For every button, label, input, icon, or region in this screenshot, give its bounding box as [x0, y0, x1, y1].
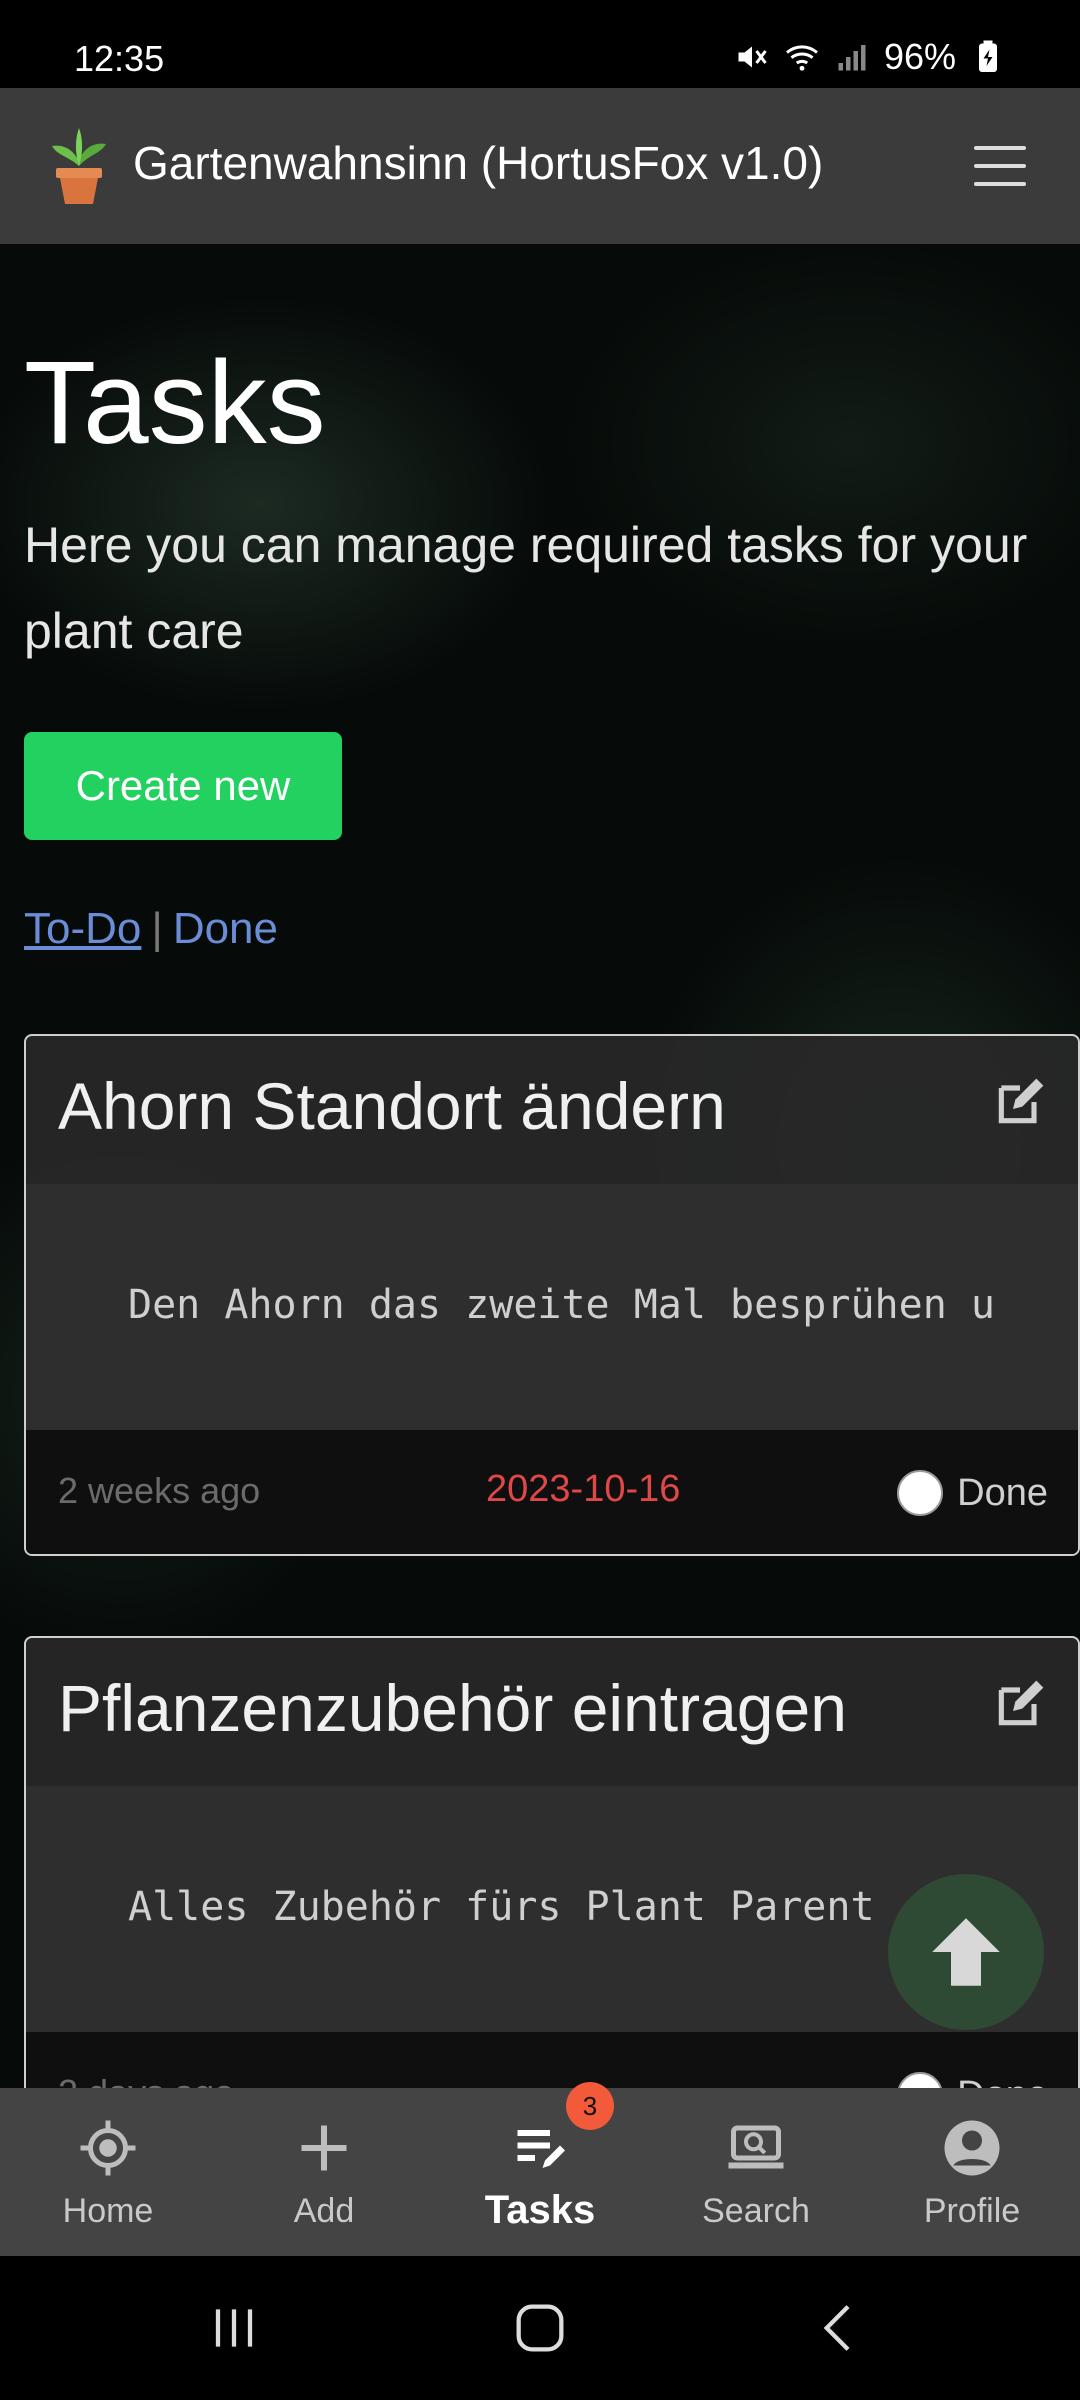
- recent-apps-icon[interactable]: [202, 2296, 266, 2360]
- search-icon: [728, 2125, 784, 2169]
- plus-icon: [301, 2125, 347, 2171]
- edit-icon[interactable]: [992, 1074, 1048, 1130]
- nav-add[interactable]: Add: [216, 2088, 432, 2256]
- edit-icon[interactable]: [992, 1676, 1048, 1732]
- hamburger-icon[interactable]: [974, 146, 1026, 186]
- page-title: Tasks: [24, 337, 326, 469]
- nav-tasks[interactable]: 3 Tasks: [432, 2082, 648, 2256]
- status-icons: 96%: [734, 36, 1006, 78]
- nav-label: Search: [702, 2192, 810, 2230]
- task-description: Den Ahorn das zweite Mal besprühen u: [128, 1282, 995, 1328]
- arrow-up-icon: [932, 1918, 1000, 1986]
- nav-search[interactable]: Search: [648, 2088, 864, 2256]
- task-card-header: Pflanzenzubehör eintragen: [26, 1638, 1078, 1786]
- app-header: Gartenwahnsinn (HortusFox v1.0): [0, 88, 1080, 244]
- back-icon[interactable]: [808, 2296, 872, 2360]
- task-card-footer: 2 weeks ago 2023-10-16 Done: [26, 1430, 1078, 1554]
- mute-icon: [738, 46, 767, 68]
- bottom-navigation: Home Add 3 Tasks Search Profile: [0, 2082, 1080, 2256]
- task-description: Alles Zubehör fürs Plant Parent: [128, 1884, 875, 1930]
- signal-icon: [838, 45, 866, 71]
- task-card-body: Den Ahorn das zweite Mal besprühen u: [26, 1184, 1078, 1430]
- battery-icon: [979, 40, 997, 72]
- task-due-date: 2023-10-16: [486, 1468, 681, 1510]
- nav-home[interactable]: Home: [0, 2088, 216, 2256]
- nav-label: Tasks: [484, 2188, 596, 2232]
- page-subtitle: Here you can manage required tasks for y…: [24, 517, 1028, 659]
- task-done-toggle[interactable]: Done: [897, 1470, 1048, 1516]
- task-card: Ahorn Standort ändern Den Ahorn das zwei…: [24, 1034, 1080, 1556]
- status-bar: 12:35 96%: [0, 0, 1080, 88]
- done-radio[interactable]: [897, 1470, 944, 1516]
- task-title: Ahorn Standort ändern: [58, 1069, 726, 1143]
- battery-percent: 96%: [883, 36, 956, 77]
- create-new-button[interactable]: Create new: [24, 732, 342, 840]
- tasks-icon: [517, 2130, 565, 2168]
- filter-done-link[interactable]: Done: [173, 904, 278, 953]
- task-filters: To-Do | Done: [24, 904, 278, 954]
- task-title: Pflanzenzubehör eintragen: [58, 1671, 847, 1745]
- potted-plant-icon: [52, 128, 106, 204]
- system-navigation: [0, 2256, 1080, 2400]
- profile-icon: [944, 2120, 1000, 2176]
- tasks-badge: 3: [566, 2082, 614, 2130]
- home-system-icon[interactable]: [508, 2296, 572, 2360]
- nav-profile[interactable]: Profile: [864, 2088, 1080, 2256]
- status-time: 12:35: [74, 38, 165, 79]
- home-icon: [80, 2120, 136, 2176]
- filter-todo-link[interactable]: To-Do: [24, 904, 141, 953]
- scroll-top-button[interactable]: [888, 1874, 1044, 2030]
- nav-label: Home: [62, 2192, 154, 2230]
- app-title: Gartenwahnsinn (HortusFox v1.0): [133, 137, 824, 189]
- nav-label: Add: [293, 2192, 355, 2230]
- task-age: 2 weeks ago: [58, 1470, 261, 1511]
- filter-separator: |: [151, 904, 163, 953]
- task-card-header: Ahorn Standort ändern: [26, 1036, 1078, 1184]
- nav-label: Profile: [923, 2192, 1021, 2230]
- wifi-icon: [785, 45, 818, 71]
- done-label: Done: [957, 1471, 1048, 1514]
